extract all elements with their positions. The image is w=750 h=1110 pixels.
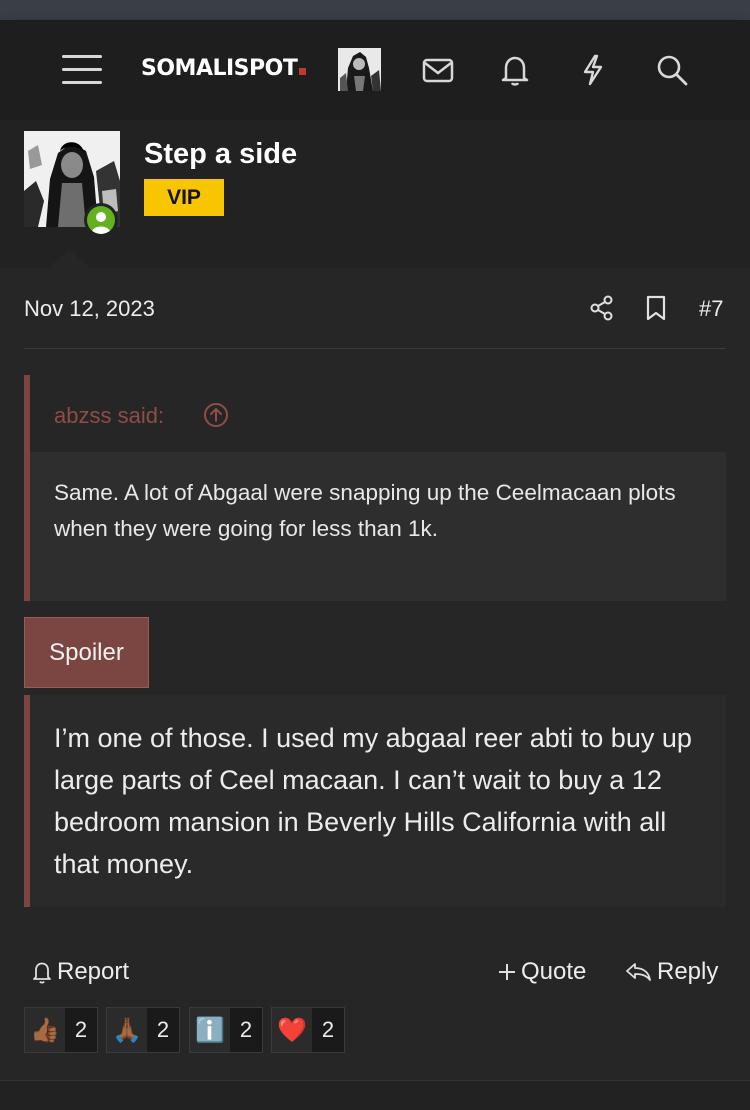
reply-arrow-icon (626, 963, 651, 981)
plus-icon (499, 964, 515, 980)
quote-author[interactable]: abzss said: (54, 403, 164, 429)
share-icon[interactable] (589, 294, 615, 322)
online-status (84, 203, 118, 237)
logo-dot (299, 68, 307, 75)
arrow-up-circle-icon[interactable] (203, 402, 229, 428)
top-strip (0, 0, 750, 20)
quote-label: Quote (521, 958, 587, 985)
thumbs-up-icon: 👍🏾 (25, 1008, 65, 1052)
spoiler-content: I’m one of those. I used my abgaal reer … (24, 695, 726, 907)
reaction-thumbs-up[interactable]: 👍🏾 2 (24, 1007, 98, 1053)
bookmark-icon[interactable] (643, 294, 669, 322)
vip-badge: VIP (144, 179, 224, 216)
spoiler-text: I’m one of those. I used my abgaal reer … (54, 723, 692, 879)
reaction-count: 2 (74, 1017, 88, 1042)
quote-header: abzss said: (30, 375, 726, 452)
site-logo[interactable]: SOMALISPOT (141, 56, 307, 81)
quote-block: abzss said: Same. A lot of Abgaal were s… (24, 375, 726, 601)
logo-text: SOMALISPOT (141, 56, 298, 81)
quote-text: Same. A lot of Abgaal were snapping up t… (54, 480, 676, 541)
red-heart-icon: ❤️ (272, 1008, 312, 1052)
reaction-count: 2 (239, 1017, 253, 1042)
menu-icon[interactable] (62, 53, 102, 87)
reply-button[interactable]: Reply (624, 958, 718, 986)
user-info (0, 120, 750, 268)
bell-icon[interactable] (497, 52, 533, 88)
reaction-praying-hands[interactable]: 🙏🏾 2 (106, 1007, 180, 1053)
spoiler-button[interactable]: Spoiler (24, 617, 149, 688)
reaction-count: 2 (321, 1017, 335, 1042)
information-icon: ℹ️ (190, 1008, 230, 1052)
inbox-icon[interactable] (420, 52, 456, 88)
bell-outline-icon (33, 962, 51, 984)
header-avatar[interactable] (338, 48, 381, 91)
reply-label: Reply (657, 958, 719, 985)
bolt-icon[interactable] (575, 52, 611, 88)
post-number[interactable]: #7 (699, 296, 723, 322)
username[interactable]: Step a side (144, 138, 297, 171)
post-pointer (47, 249, 91, 269)
report-button[interactable]: Report (30, 958, 129, 986)
quote-button[interactable]: Quote (496, 958, 586, 986)
search-icon[interactable] (654, 52, 690, 88)
report-label: Report (57, 958, 130, 985)
praying-hands-icon: 🙏🏾 (107, 1008, 147, 1052)
bottom-divider (0, 1080, 750, 1110)
reaction-information[interactable]: ℹ️ 2 (189, 1007, 263, 1053)
site-header: SOMALISPOT (0, 20, 750, 120)
post-date[interactable]: Nov 12, 2023 (24, 296, 155, 322)
divider (24, 348, 726, 349)
reaction-red-heart[interactable]: ❤️ 2 (271, 1007, 345, 1053)
reaction-count: 2 (156, 1017, 170, 1042)
